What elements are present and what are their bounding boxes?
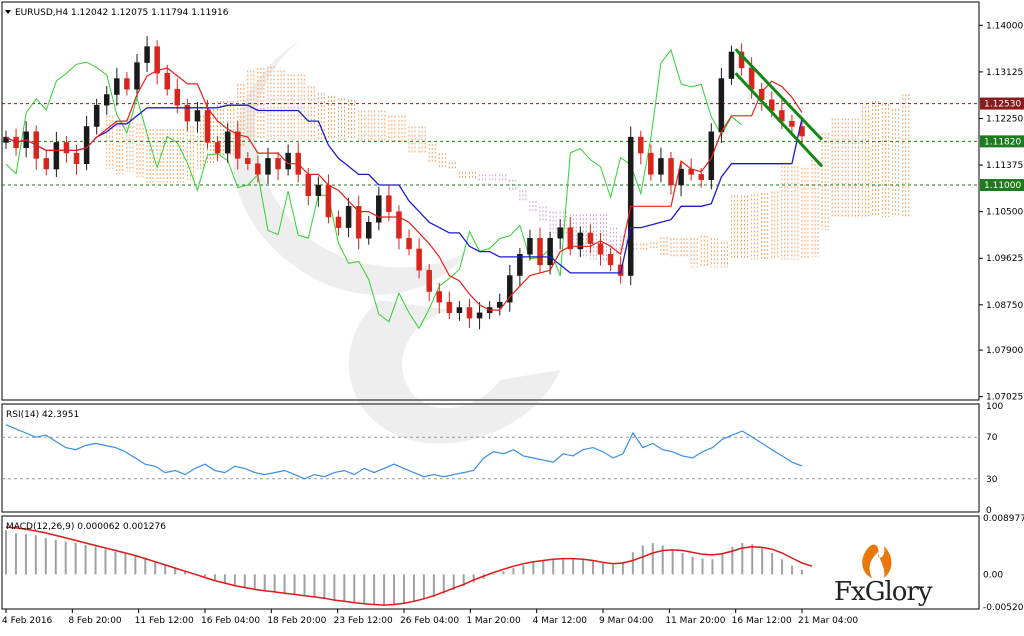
time-tick-label: 11 Mar 20:00 (665, 616, 725, 626)
candle-body (63, 142, 70, 154)
time-tick-label: 16 Feb 04:00 (201, 616, 260, 626)
candle-body (718, 78, 725, 133)
candle-body (43, 158, 50, 170)
candle-body (396, 211, 402, 239)
candle-body (466, 307, 473, 319)
rsi-tick-label: 100 (986, 402, 1003, 412)
candle-body (789, 120, 795, 127)
candle-body (93, 104, 100, 127)
price-tick-label: 1.13125 (986, 68, 1023, 78)
candle-body (386, 195, 392, 212)
candle-body (476, 312, 483, 319)
price-tag-label: 1.11820 (984, 137, 1021, 147)
brand-name: FxGlory (834, 577, 933, 607)
candle-body (124, 78, 130, 90)
candle-body (708, 131, 715, 180)
candle-body (728, 51, 735, 79)
candle-body (376, 195, 382, 223)
candle-body (73, 152, 80, 164)
candle-body (214, 142, 221, 154)
rsi-title: RSI(14) 42.3951 (6, 410, 79, 420)
price-tick-label: 1.08750 (986, 301, 1023, 311)
candle-body (345, 206, 352, 228)
price-tick-label: 1.11375 (986, 161, 1023, 171)
time-tick-label: 11 Feb 12:00 (135, 616, 194, 626)
time-tick-label: 9 Mar 04:00 (599, 616, 654, 626)
candle-body (315, 184, 322, 196)
candle-body (597, 243, 604, 255)
time-tick-label: 4 Feb 2016 (2, 616, 53, 626)
candle-body (53, 142, 60, 170)
candle-body (104, 94, 110, 106)
macd-tick-label: 0.00 (983, 570, 1003, 580)
candle-body (305, 174, 312, 196)
candle-body (144, 46, 150, 63)
candle-body (607, 253, 614, 266)
candle-body (224, 131, 231, 154)
candle-body (325, 184, 332, 218)
candle-body (587, 232, 594, 244)
rsi-tick-label: 30 (986, 475, 998, 485)
price-tick-label: 1.10500 (986, 208, 1023, 218)
candle-body (234, 131, 241, 159)
candle-body (245, 158, 251, 164)
time-tick-label: 4 Mar 12:00 (533, 616, 588, 626)
candle-body (164, 72, 170, 90)
price-tick-label: 1.07900 (986, 346, 1023, 356)
candle-body (275, 158, 281, 170)
candle-body (255, 163, 261, 175)
rsi-tick-label: 70 (986, 433, 998, 443)
candle-body (134, 62, 140, 90)
candle-body (456, 307, 463, 314)
time-tick-label: 23 Feb 12:00 (334, 616, 393, 626)
macd-title: MACD(12,26,9) 0.000062 0.001276 (6, 522, 166, 532)
time-tick-label: 1 Mar 20:00 (466, 616, 521, 626)
candle-body (698, 174, 704, 180)
candle-body (527, 238, 533, 255)
candle-body (557, 227, 563, 239)
candle-body (416, 248, 422, 271)
candle-body (114, 78, 120, 95)
candle-body (446, 301, 453, 314)
price-tick-label: 1.14000 (986, 21, 1023, 31)
candle-body (154, 46, 160, 74)
candle-body (537, 238, 543, 266)
candle-body (174, 88, 181, 106)
candle-body (668, 158, 674, 186)
time-tick-label: 16 Mar 12:00 (732, 616, 792, 626)
candle-body (648, 152, 654, 175)
candle-body (406, 238, 412, 250)
candle-body (748, 67, 755, 90)
time-tick-label: 18 Feb 20:00 (267, 616, 326, 626)
candle-body (204, 110, 211, 143)
price-tick-label: 1.09625 (986, 254, 1023, 264)
candle-body (658, 158, 664, 175)
candle-body (365, 222, 372, 239)
macd-tick-label: 0.008977 (983, 514, 1024, 524)
candle-body (335, 216, 342, 228)
time-tick-label: 8 Feb 20:00 (68, 616, 122, 626)
candle-body (436, 291, 443, 303)
candle-body (426, 269, 432, 292)
macd-tick-label: -0.005205 (983, 603, 1024, 613)
candle-body (547, 238, 553, 266)
price-tick-label: 1.12250 (986, 114, 1023, 124)
chart-canvas: 1.14000 1.13125 1.12250 1.11375 1.10500 1.096… (1, 1, 1024, 626)
price-tag-label: 1.11000 (984, 181, 1021, 191)
candle-body (496, 301, 503, 308)
time-tick-label: 26 Feb 04:00 (400, 616, 459, 626)
time-tick-label: 21 Mar 04:00 (798, 616, 858, 626)
candle-body (194, 110, 201, 122)
chart-title: EURUSD,H4 1.12042 1.12075 1.11794 1.1191… (15, 8, 229, 18)
price-tag-label: 1.12530 (984, 100, 1021, 110)
candle-body (265, 158, 271, 175)
candle-body (638, 136, 644, 154)
